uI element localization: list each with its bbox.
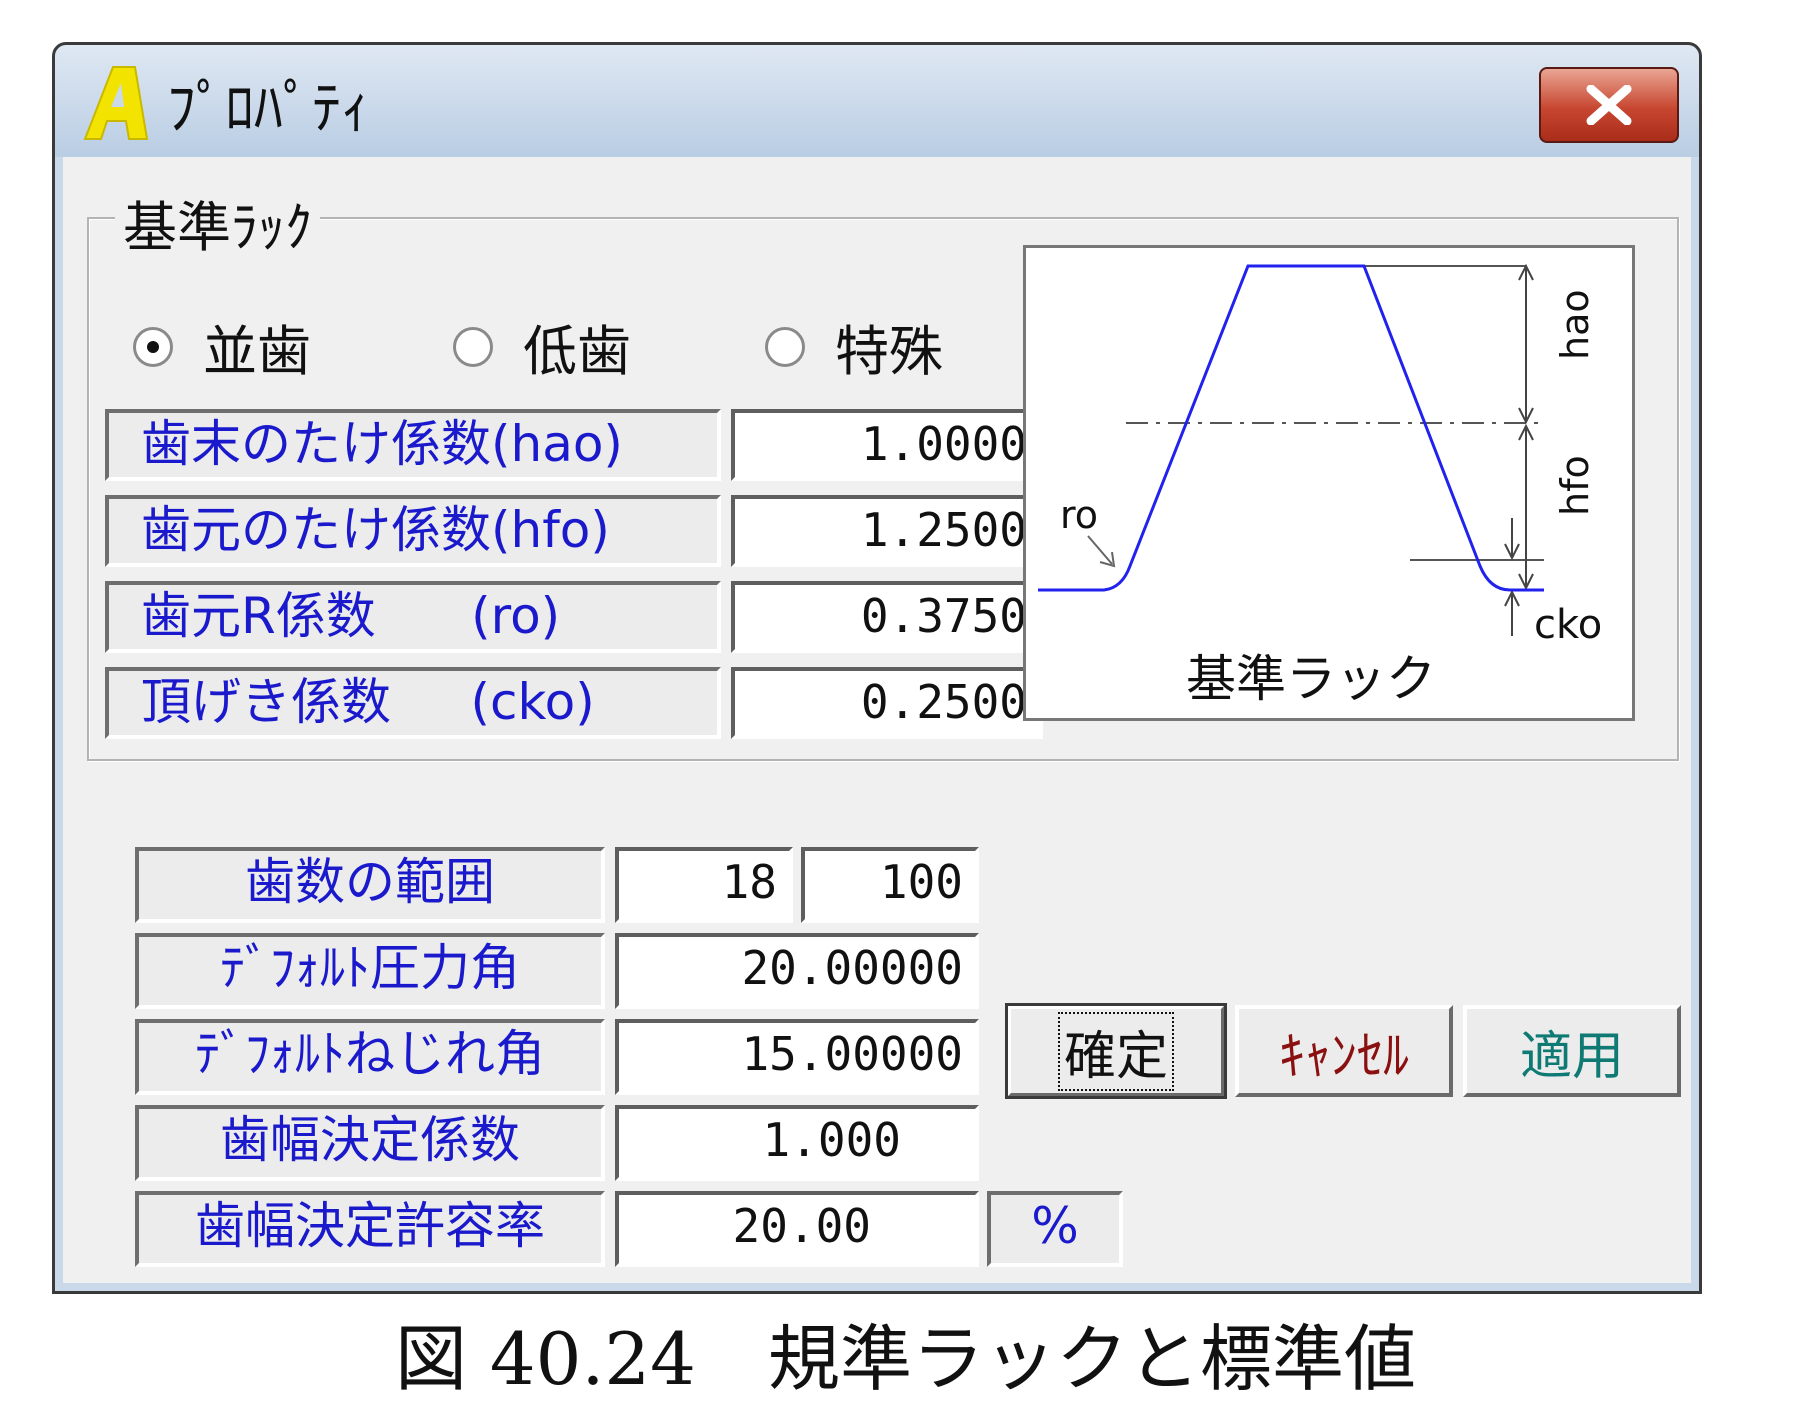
addendum-coefficient-input[interactable]: 1.0000 xyxy=(731,409,1043,481)
teeth-range-label: 歯数の範囲 xyxy=(135,847,605,923)
teeth-max-input[interactable]: 100 xyxy=(801,847,979,923)
confirm-button-label: 確定 xyxy=(1057,1011,1174,1091)
tip-clearance-coefficient-label: 頂げき係数 (cko) xyxy=(105,667,721,739)
default-helix-angle-input[interactable]: 15.00000 xyxy=(615,1019,979,1095)
default-pressure-angle-input[interactable]: 20.00000 xyxy=(615,933,979,1009)
diagram-caption: 基準ラック xyxy=(1186,650,1436,708)
radio-normal-tooth[interactable]: 並歯 xyxy=(133,307,311,386)
cancel-button[interactable]: ｷｬﾝｾﾙ xyxy=(1235,1005,1453,1097)
close-button[interactable] xyxy=(1539,67,1679,143)
label-cko: cko xyxy=(1534,602,1602,648)
radio-unselected-icon xyxy=(765,326,805,367)
root-radius-coefficient-input[interactable]: 0.3750 xyxy=(731,581,1043,653)
label-hao: hao xyxy=(1553,289,1597,360)
title-bar[interactable]: ﾌﾟﾛﾊﾟﾃｨ xyxy=(55,45,1699,157)
rack-profile-line xyxy=(1038,264,1544,592)
percent-unit-label: % xyxy=(987,1191,1123,1267)
dialog-client-area: 基準ﾗｯｸ 並歯 低歯 特殊 歯末のたけ係数(hao) 1.0000 歯元のたけ… xyxy=(63,157,1691,1283)
face-width-factor-label: 歯幅決定係数 xyxy=(135,1105,605,1181)
rack-profile-drawing: hao hfo ro cko 基準ラック xyxy=(1038,263,1602,708)
cancel-button-label: ｷｬﾝｾﾙ xyxy=(1278,1026,1409,1087)
confirm-button[interactable]: 確定 xyxy=(1005,1003,1227,1099)
radio-selected-icon xyxy=(133,326,173,367)
tip-clearance-coefficient-input[interactable]: 0.2500 xyxy=(731,667,1043,739)
label-ro: ro xyxy=(1060,493,1098,537)
radio-label: 並歯 xyxy=(203,320,311,383)
basic-rack-diagram: hao hfo ro cko 基準ラック xyxy=(1023,245,1635,721)
radio-special-tooth[interactable]: 特殊 xyxy=(765,307,943,386)
group-title: 基準ﾗｯｸ xyxy=(115,183,320,262)
face-width-tolerance-input[interactable]: 20.00 xyxy=(615,1191,979,1267)
default-pressure-angle-label: ﾃﾞﾌｫﾙﾄ圧力角 xyxy=(135,933,605,1009)
apply-button[interactable]: 適用 xyxy=(1463,1005,1681,1097)
face-width-tolerance-label: 歯幅決定許容率 xyxy=(135,1191,605,1267)
radio-stub-tooth[interactable]: 低歯 xyxy=(453,307,631,386)
dedendum-coefficient-label: 歯元のたけ係数(hfo) xyxy=(105,495,721,567)
root-radius-coefficient-label: 歯元R係数 (ro) xyxy=(105,581,721,653)
window-title: ﾌﾟﾛﾊﾟﾃｨ xyxy=(167,74,371,142)
property-dialog: ﾌﾟﾛﾊﾟﾃｨ 基準ﾗｯｸ 並歯 低歯 特殊 歯末のたけ係数(hao) 1.00… xyxy=(52,42,1702,1294)
label-hfo: hfo xyxy=(1553,455,1597,516)
default-helix-angle-label: ﾃﾞﾌｫﾙﾄねじれ角 xyxy=(135,1019,605,1095)
close-x-icon xyxy=(1586,85,1632,125)
dedendum-coefficient-input[interactable]: 1.2500 xyxy=(731,495,1043,567)
letter-a-app-icon xyxy=(83,66,149,140)
radio-label: 特殊 xyxy=(835,320,943,383)
apply-button-label: 適用 xyxy=(1519,1026,1624,1087)
figure-caption: 図 40.24 規準ラックと標準値 xyxy=(394,1317,1416,1401)
radio-label: 低歯 xyxy=(523,320,631,383)
teeth-min-input[interactable]: 18 xyxy=(615,847,793,923)
face-width-factor-input[interactable]: 1.000 xyxy=(615,1105,979,1181)
addendum-coefficient-label: 歯末のたけ係数(hao) xyxy=(105,409,721,481)
radio-unselected-icon xyxy=(453,326,493,367)
